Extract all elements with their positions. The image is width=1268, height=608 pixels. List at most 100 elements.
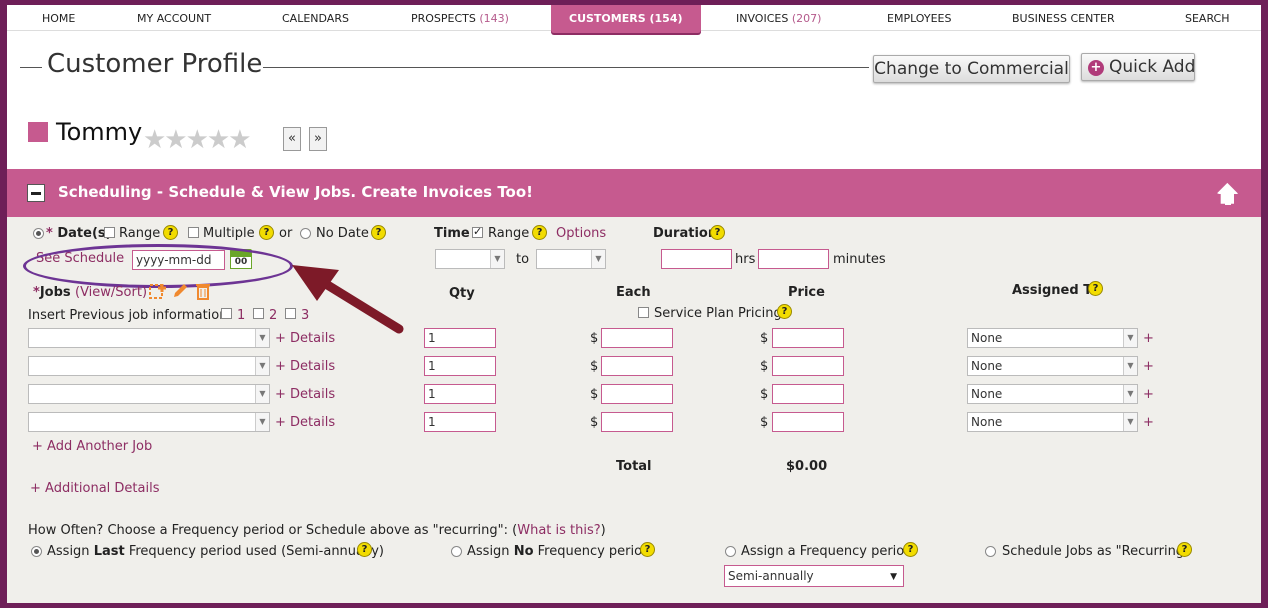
prev-job-checkbox-1[interactable] [221, 308, 232, 319]
nav-business-center-label: BUSINESS CENTER [1012, 12, 1115, 25]
range-checkbox[interactable] [104, 227, 115, 238]
help-icon[interactable]: ? [710, 225, 725, 240]
duration-minutes-input[interactable] [758, 249, 829, 269]
help-icon[interactable]: ? [163, 225, 178, 240]
assign-frequency-radio[interactable] [725, 546, 736, 557]
job-details-link[interactable]: + Details [275, 331, 335, 346]
assigned-to-select[interactable]: None ▼ [967, 384, 1138, 404]
nav-calendars[interactable]: CALENDARS [282, 5, 349, 31]
price-input[interactable] [772, 356, 844, 376]
dates-radio[interactable] [33, 228, 44, 239]
help-icon[interactable]: ? [371, 225, 386, 240]
multiple-label: Multiple [203, 226, 255, 241]
prev-job-label-1: 1 [237, 308, 246, 323]
job-details-link[interactable]: + Details [275, 387, 335, 402]
total-value: $0.00 [786, 459, 828, 474]
nav-customers-label: CUSTOMERS [569, 12, 646, 25]
each-input[interactable] [601, 356, 673, 376]
each-input[interactable] [601, 412, 673, 432]
view-sort-link[interactable]: (View/Sort) [75, 285, 147, 300]
prev-customer-button[interactable]: « [283, 127, 301, 151]
prev-job-checkbox-3[interactable] [285, 308, 296, 319]
add-another-job-link[interactable]: + Add Another Job [32, 439, 152, 454]
trash-icon[interactable] [195, 282, 211, 300]
nav-customers[interactable]: CUSTOMERS (154) [551, 5, 701, 33]
arrow-up-icon[interactable] [1215, 181, 1241, 207]
opt1-text-a: Assign [47, 544, 94, 559]
help-icon[interactable]: ? [532, 225, 547, 240]
multiple-checkbox[interactable] [188, 227, 199, 238]
qty-input[interactable]: 1 [424, 412, 496, 432]
quick-add-label: Quick Add [1109, 57, 1196, 77]
prev-job-checkbox-2[interactable] [253, 308, 264, 319]
jobs-label-text: Jobs [39, 285, 71, 300]
rating-stars[interactable]: ★★★★★ [143, 127, 252, 153]
help-icon[interactable]: ? [640, 542, 655, 557]
what-is-this-link[interactable]: What is this? [517, 523, 600, 538]
recurring-radio[interactable] [985, 546, 996, 557]
assign-last-frequency-radio[interactable] [31, 546, 42, 557]
frequency-select[interactable]: Semi-annually ▼ [724, 565, 904, 587]
help-icon[interactable]: ? [357, 542, 372, 557]
chevron-down-icon: ▼ [255, 329, 269, 347]
quick-add-button[interactable]: + Quick Add [1081, 53, 1195, 81]
job-select[interactable]: ▼ [28, 356, 270, 376]
annotation-arrow [292, 265, 404, 334]
add-assignee-link[interactable]: + [1143, 331, 1154, 346]
each-currency: $ [590, 415, 599, 430]
dates-label: * Date(s) [46, 226, 112, 241]
end-time-select[interactable]: ▼ [536, 249, 606, 269]
assigned-to-select[interactable]: None ▼ [967, 328, 1138, 348]
frequency-question-text: How Often? Choose a Frequency period or … [28, 523, 518, 538]
price-input[interactable] [772, 412, 844, 432]
each-input[interactable] [601, 328, 673, 348]
each-input[interactable] [601, 384, 673, 404]
price-currency: $ [760, 359, 769, 374]
job-details-link[interactable]: + Details [275, 359, 335, 374]
nav-home[interactable]: HOME [42, 5, 75, 31]
qty-input[interactable]: 1 [424, 384, 496, 404]
job-select[interactable]: ▼ [28, 384, 270, 404]
opt2-text-b: No [513, 544, 534, 559]
no-date-radio[interactable] [300, 228, 311, 239]
qty-input[interactable]: 1 [424, 356, 496, 376]
price-input[interactable] [772, 328, 844, 348]
add-assignee-link[interactable]: + [1143, 359, 1154, 374]
nav-employees[interactable]: EMPLOYEES [887, 5, 951, 31]
assigned-to-select[interactable]: None ▼ [967, 412, 1138, 432]
assign-no-frequency-radio[interactable] [451, 546, 462, 557]
change-to-commercial-button[interactable]: Change to Commercial [873, 55, 1070, 83]
nav-my-account[interactable]: MY ACCOUNT [137, 5, 211, 31]
nav-prospects[interactable]: PROSPECTS (143) [411, 5, 509, 31]
help-icon[interactable]: ? [1177, 542, 1192, 557]
each-currency: $ [590, 387, 599, 402]
add-job-icon[interactable] [149, 282, 167, 300]
nav-search[interactable]: SEARCH [1185, 5, 1230, 31]
job-select[interactable]: ▼ [28, 328, 270, 348]
price-input[interactable] [772, 384, 844, 404]
total-label: Total [616, 459, 652, 474]
job-select[interactable]: ▼ [28, 412, 270, 432]
time-range-checkbox[interactable] [472, 225, 483, 238]
insert-previous-label: Insert Previous job information [28, 308, 228, 323]
qty-input[interactable]: 1 [424, 328, 496, 348]
collapse-icon[interactable] [27, 184, 45, 202]
next-customer-button[interactable]: » [309, 127, 327, 151]
service-plan-checkbox[interactable] [638, 307, 649, 318]
job-details-link[interactable]: + Details [275, 415, 335, 430]
help-icon[interactable]: ? [777, 304, 792, 319]
add-assignee-link[interactable]: + [1143, 387, 1154, 402]
start-time-select[interactable]: ▼ [435, 249, 505, 269]
add-assignee-link[interactable]: + [1143, 415, 1154, 430]
time-options-link[interactable]: Options [556, 226, 606, 241]
help-icon[interactable]: ? [1088, 281, 1103, 296]
nav-invoices[interactable]: INVOICES (207) [736, 5, 821, 31]
edit-pencil-icon[interactable] [172, 282, 189, 299]
assigned-to-select[interactable]: None ▼ [967, 356, 1138, 376]
help-icon[interactable]: ? [259, 225, 274, 240]
chevron-down-icon: ▼ [1123, 329, 1137, 347]
help-icon[interactable]: ? [903, 542, 918, 557]
additional-details-link[interactable]: + Additional Details [30, 481, 160, 496]
nav-business-center[interactable]: BUSINESS CENTER [1012, 5, 1115, 31]
duration-hours-input[interactable] [661, 249, 732, 269]
